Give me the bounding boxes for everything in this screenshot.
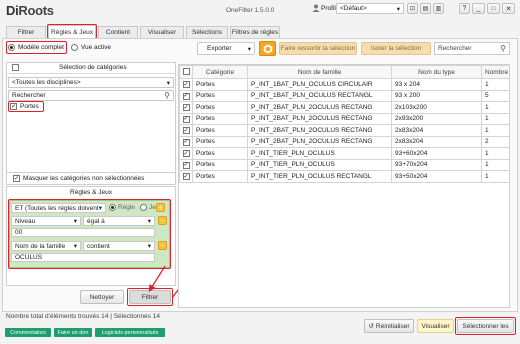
table-row[interactable]: ✓ Portes P_INT_TIER_PLN_OCULUS 93+70x204 1 <box>179 158 509 171</box>
row-type: 2x93x200 <box>391 112 482 125</box>
table-row[interactable]: ✓ Portes P_INT_TIER_PLN_OCULUS RECTANGL 93+… <box>179 170 509 183</box>
arrow-rules-to-filter <box>148 265 166 293</box>
reinitialize-button[interactable]: ↺ Réinitialiser <box>364 319 414 333</box>
row-category: Portes <box>192 89 248 102</box>
row-count: 5 <box>481 89 509 102</box>
header-count[interactable]: Nombre <box>481 65 509 79</box>
row-count: 1 <box>481 124 509 137</box>
row-family: P_INT_TIER_PLN_OCULUS RECTANGL <box>247 170 392 183</box>
status-total: Nombre total d'éléments trouvés 14 | Sél… <box>6 313 160 320</box>
row-category: Portes <box>192 101 248 114</box>
row-category: Portes <box>192 147 248 160</box>
row-count: 1 <box>481 112 509 125</box>
header-family[interactable]: Nom de famille <box>247 65 392 79</box>
row-count: 1 <box>481 158 509 171</box>
row-checkbox-cell[interactable]: ✓ <box>179 124 193 137</box>
visualize-button[interactable]: Visualiser <box>417 319 454 333</box>
row-checkbox[interactable]: ✓ <box>182 104 190 111</box>
row-category: Portes <box>192 112 248 125</box>
select-all-rows-checkbox[interactable] <box>183 67 190 75</box>
row-checkbox-cell[interactable]: ✓ <box>179 101 193 114</box>
row-family: P_INT_TIER_PLN_OCULUS <box>247 158 392 171</box>
row-count: 2 <box>481 135 509 148</box>
row-checkbox-cell[interactable]: ✓ <box>179 135 193 148</box>
row-type: 2x83x204 <box>391 135 482 148</box>
row-checkbox-cell[interactable]: ✓ <box>179 78 193 91</box>
row-type: 93+60x204 <box>391 147 482 160</box>
table-row[interactable]: ✓ Portes P_INT_2BAT_PLN_2OCULUS RECTANG 2x9… <box>179 112 509 125</box>
table-row[interactable]: ✓ Portes P_INT_1BAT_PLN_OCULUS CIRCULAIR 93… <box>179 78 509 91</box>
row-category: Portes <box>192 124 248 137</box>
row-family: P_INT_2BAT_PLN_2OCULUS RECTANG <box>247 124 392 137</box>
row-category: Portes <box>192 158 248 171</box>
row-family: P_INT_TIER_PLN_OCULUS <box>247 147 392 160</box>
row-type: 2x103x200 <box>391 101 482 114</box>
row-checkbox-cell[interactable]: ✓ <box>179 170 193 183</box>
row-checkbox[interactable]: ✓ <box>182 138 190 146</box>
table-row[interactable]: ✓ Portes P_INT_TIER_PLN_OCULUS 93+60x204 1 <box>179 147 509 160</box>
row-checkbox-cell[interactable]: ✓ <box>179 147 193 160</box>
feedback-link[interactable]: Commentaires <box>5 328 51 337</box>
table-row[interactable]: ✓ Portes P_INT_2BAT_PLN_2OCULUS RECTANG 2x8… <box>179 124 509 137</box>
row-checkbox[interactable]: ✓ <box>182 127 190 134</box>
results-table-container: Catégorie Nom de famille Nom du type Nom… <box>178 64 510 308</box>
row-family: P_INT_2BAT_PLN_2OCULUS RECTANG <box>247 135 392 148</box>
table-row[interactable]: ✓ Portes P_INT_2BAT_PLN_2OCULUS RECTANG 2x8… <box>179 135 509 148</box>
row-count: 1 <box>481 147 509 160</box>
row-count: 1 <box>481 78 509 91</box>
row-category: Portes <box>192 135 248 148</box>
row-checkbox[interactable]: ✓ <box>182 161 190 169</box>
header-type[interactable]: Nom du type <box>391 65 482 79</box>
table-header-row: Catégorie Nom de famille Nom du type Nom… <box>179 65 509 79</box>
donate-link[interactable]: Faire un don <box>54 328 92 337</box>
row-checkbox-cell[interactable]: ✓ <box>179 158 193 171</box>
row-category: Portes <box>192 170 248 183</box>
refresh-icon: ↺ <box>368 323 374 330</box>
table-row[interactable]: ✓ Portes P_INT_2BAT_PLN_2OCULUS RECTANG 2x1… <box>179 101 509 114</box>
header-category[interactable]: Catégorie <box>192 65 248 79</box>
row-checkbox[interactable]: ✓ <box>182 92 190 100</box>
select-all-button[interactable]: Sélectionner les <box>457 319 514 333</box>
row-checkbox-cell[interactable]: ✓ <box>179 89 193 102</box>
row-type: 93 x 204 <box>391 78 482 91</box>
row-checkbox[interactable]: ✓ <box>182 150 190 157</box>
row-checkbox[interactable]: ✓ <box>182 81 190 88</box>
table-row[interactable]: ✓ Portes P_INT_1BAT_PLN_OCULUS RECTANGL 93 … <box>179 89 509 102</box>
row-checkbox-cell[interactable]: ✓ <box>179 112 193 125</box>
row-family: P_INT_2BAT_PLN_2OCULUS RECTANG <box>247 101 392 114</box>
row-type: 93 x 200 <box>391 89 482 102</box>
results-table: Catégorie Nom de famille Nom du type Nom… <box>179 65 509 183</box>
custom-software-link[interactable]: Logiciels personnalisés <box>95 328 165 337</box>
row-checkbox[interactable]: ✓ <box>182 115 190 123</box>
row-type: 2x83x204 <box>391 124 482 137</box>
header-select-all[interactable] <box>179 65 193 79</box>
row-count: 1 <box>481 101 509 114</box>
row-type: 93+70x204 <box>391 158 482 171</box>
row-family: P_INT_1BAT_PLN_OCULUS RECTANGL <box>247 89 392 102</box>
row-count: 1 <box>481 170 509 183</box>
row-type: 93+50x204 <box>391 170 482 183</box>
row-family: P_INT_2BAT_PLN_2OCULUS RECTANG <box>247 112 392 125</box>
row-checkbox[interactable]: ✓ <box>182 173 190 180</box>
row-category: Portes <box>192 78 248 91</box>
row-family: P_INT_1BAT_PLN_OCULUS CIRCULAIR <box>247 78 392 91</box>
